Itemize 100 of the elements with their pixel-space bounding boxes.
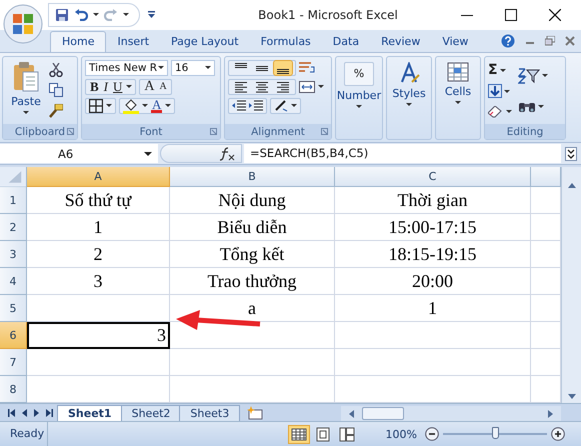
dropdown-caret-icon: [205, 66, 211, 70]
caret-icon[interactable]: [291, 104, 297, 108]
grid-view-icon[interactable]: [288, 424, 310, 444]
name-box[interactable]: A6: [0, 144, 158, 164]
increase-indent-icon[interactable]: [249, 100, 263, 112]
ribbon-tab[interactable]: Review: [370, 32, 432, 52]
previous-sheet-icon[interactable]: [22, 409, 27, 417]
expand-formula-bar-icon[interactable]: [565, 146, 577, 161]
table-cell: 20:00: [335, 268, 531, 296]
dialog-launcher-icon[interactable]: [67, 128, 74, 136]
italic-button[interactable]: I: [102, 80, 110, 94]
ribbon-tab[interactable]: Insert: [106, 32, 160, 52]
row-header[interactable]: 6: [0, 322, 27, 350]
save-icon[interactable]: [55, 8, 69, 22]
autosum-button[interactable]: Σ: [488, 63, 498, 78]
grow-font-button[interactable]: A: [143, 80, 156, 94]
styles-button[interactable]: Styles: [390, 60, 428, 122]
dialog-launcher-icon[interactable]: [210, 128, 217, 136]
caret-icon[interactable]: [123, 13, 129, 16]
ribbon-tab[interactable]: Page Layout: [160, 32, 250, 52]
column-header[interactable]: A: [27, 167, 170, 188]
align-right-icon[interactable]: [274, 80, 292, 94]
bold-button[interactable]: B: [89, 80, 100, 94]
zoom-level[interactable]: 100%: [386, 428, 417, 440]
sheet-tab[interactable]: Sheet1: [57, 405, 123, 421]
brush-icon[interactable]: [49, 104, 63, 118]
row-header[interactable]: 2: [0, 214, 27, 242]
horizontal-scrollbar[interactable]: [341, 406, 561, 421]
fill-down-icon[interactable]: [488, 84, 502, 98]
restore-icon[interactable]: [545, 36, 555, 46]
copy-icon[interactable]: [49, 83, 63, 98]
row-header[interactable]: 5: [0, 295, 27, 322]
fill-color-icon[interactable]: [123, 98, 139, 114]
sort-filter-icon[interactable]: [518, 68, 540, 84]
cells-button[interactable]: Cells: [439, 60, 477, 122]
eraser-icon[interactable]: [488, 106, 504, 118]
align-left-icon[interactable]: [232, 80, 250, 94]
caret-icon[interactable]: [538, 104, 544, 108]
next-sheet-icon[interactable]: [34, 409, 39, 417]
borders-icon[interactable]: [89, 98, 103, 113]
caret-icon[interactable]: [126, 85, 132, 88]
wrap-text-icon[interactable]: [299, 60, 315, 75]
ribbon-tab[interactable]: Formulas: [250, 32, 322, 52]
font-name-field[interactable]: Times New R: [85, 60, 168, 76]
orientation-icon[interactable]: [274, 100, 288, 112]
font-size-field[interactable]: 16: [171, 60, 215, 76]
scroll-down-icon[interactable]: [568, 394, 576, 400]
insert-sheet-icon[interactable]: [246, 406, 264, 420]
zoom-out-icon[interactable]: [425, 427, 439, 441]
column-header[interactable]: C: [335, 167, 531, 188]
caret-icon[interactable]: [93, 13, 99, 16]
shrink-font-button[interactable]: A: [158, 80, 168, 94]
ribbon-tab[interactable]: View: [431, 32, 480, 52]
number-button[interactable]: % Number: [339, 60, 379, 122]
decrease-indent-icon[interactable]: [232, 100, 246, 112]
dialog-launcher-icon[interactable]: [321, 128, 328, 136]
caret-icon[interactable]: [106, 104, 112, 108]
underline-button[interactable]: U: [112, 80, 124, 94]
scroll-left-icon[interactable]: [349, 410, 354, 418]
formula-field[interactable]: =SEARCH(B5,B4,C5): [244, 144, 561, 164]
scroll-thumb[interactable]: [362, 407, 404, 420]
font-color-button[interactable]: A: [151, 98, 162, 113]
caret-icon[interactable]: [504, 90, 510, 93]
caret-icon[interactable]: [165, 104, 172, 108]
scroll-up-icon[interactable]: [568, 183, 576, 188]
merge-cells-icon[interactable]: [299, 80, 315, 93]
last-sheet-icon[interactable]: [46, 409, 53, 417]
align-center-icon[interactable]: [253, 80, 271, 94]
row-header[interactable]: 7: [0, 349, 27, 376]
caret-icon[interactable]: [318, 85, 324, 88]
help-icon[interactable]: [501, 34, 515, 48]
caret-icon[interactable]: [500, 68, 506, 72]
column-header[interactable]: B: [170, 167, 335, 188]
caret-icon[interactable]: [142, 104, 148, 108]
row-header[interactable]: 1: [0, 187, 27, 214]
insert-function-icon[interactable]: [219, 146, 235, 161]
ribbon-tab[interactable]: Data: [322, 32, 370, 52]
zoom-in-icon[interactable]: [551, 427, 565, 441]
zoom-slider-thumb[interactable]: [492, 427, 499, 439]
align-bottom-icon[interactable]: [274, 60, 292, 75]
sheet-tab[interactable]: Sheet2: [120, 405, 182, 421]
caret-icon[interactable]: [542, 74, 548, 78]
row-header[interactable]: 8: [0, 376, 27, 404]
first-sheet-icon[interactable]: [8, 409, 15, 417]
caret-icon[interactable]: [506, 110, 512, 114]
customize-menu-icon[interactable]: [148, 10, 155, 19]
paste-button[interactable]: Paste: [6, 60, 46, 122]
group-label: Clipboard: [14, 126, 66, 138]
scroll-right-icon[interactable]: [548, 410, 553, 418]
scissors-icon[interactable]: [49, 62, 63, 77]
close-icon[interactable]: [549, 8, 561, 21]
table-cell: 15:00-17:15: [335, 214, 531, 242]
ribbon-tab[interactable]: Home: [50, 30, 106, 52]
caret-icon: [406, 102, 412, 106]
sheet-tab[interactable]: Sheet3: [179, 405, 240, 421]
vertical-scrollbar[interactable]: [561, 167, 581, 404]
row-header[interactable]: 3: [0, 241, 27, 268]
undo-icon[interactable]: [74, 8, 88, 21]
row-header[interactable]: 4: [0, 268, 27, 296]
maximize-icon[interactable]: [505, 8, 517, 21]
